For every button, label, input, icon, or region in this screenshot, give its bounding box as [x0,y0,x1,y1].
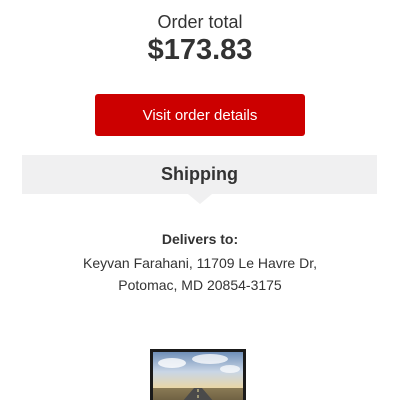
address-line-2: Potomac, MD 20854-3175 [118,277,282,293]
address-line-1: Keyvan Farahani, 11709 Le Havre Dr, [83,255,317,271]
order-total-label: Order total [157,12,243,32]
monitor-image-icon [150,349,246,400]
order-total-value: $173.83 [147,34,253,66]
delivers-to-label: Delivers to: [161,231,239,247]
product-monitor-image[interactable] [150,349,246,400]
shipping-title: Shipping [161,164,238,184]
shipping-header-notch [188,194,212,204]
shipping-section-header: Shipping [22,155,377,194]
visit-order-details-button[interactable]: Visit order details [95,94,305,136]
order-confirmation-page: Order total $173.83 Visit order details … [0,0,400,400]
